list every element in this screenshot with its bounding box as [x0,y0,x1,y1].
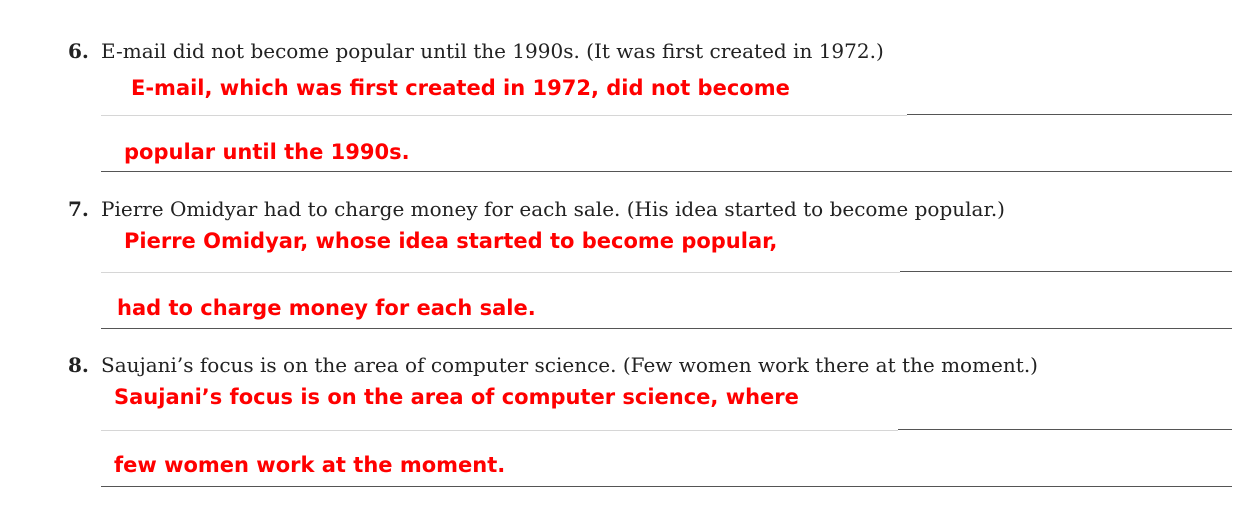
item-number: 8. [68,353,89,377]
answer-line-1: Saujani’s focus is on the area of comput… [114,385,799,409]
answer-line-1: E-mail, which was first created in 1972,… [131,76,790,100]
answer-line-1: Pierre Omidyar, whose idea started to be… [124,229,778,253]
answer-rule-2 [101,486,1232,487]
answer-line-2: popular until the 1990s. [124,140,410,164]
item-number: 6. [68,39,89,63]
answer-line-2: had to charge money for each sale. [117,296,536,320]
answer-rule-1-end [900,271,1232,272]
item-number: 7. [68,197,89,221]
answer-rule-1-end [898,429,1232,430]
answer-rule-1 [101,115,907,116]
answer-rule-1 [101,430,898,431]
answer-rule-2 [101,328,1232,329]
answer-rule-1-end [907,114,1232,115]
item-prompt: E-mail did not become popular until the … [101,39,884,63]
answer-rule-2 [101,171,1232,172]
answer-rule-1 [101,272,900,273]
item-prompt: Saujani’s focus is on the area of comput… [101,353,1038,377]
item-prompt: Pierre Omidyar had to charge money for e… [101,197,1005,221]
answer-line-2: few women work at the moment. [114,453,506,477]
